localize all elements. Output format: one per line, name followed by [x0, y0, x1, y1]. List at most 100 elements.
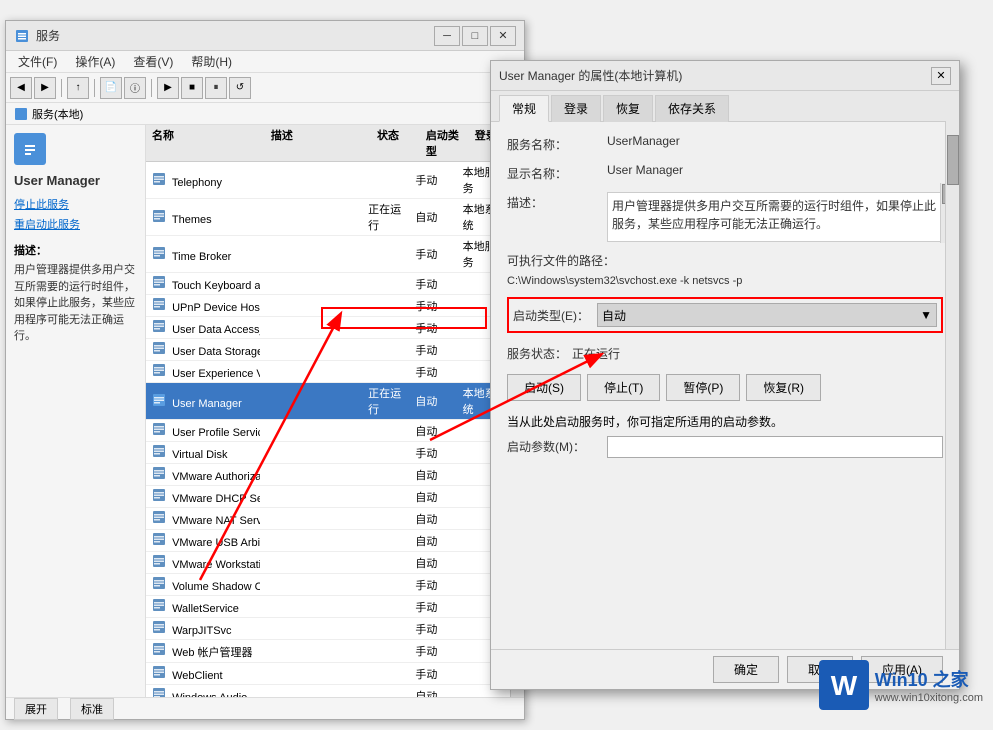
main-window-title: 服务 — [36, 27, 60, 44]
service-row[interactable]: Virtual Disk 手动 — [146, 442, 510, 464]
service-row-start: 手动 — [409, 621, 456, 637]
service-row-name: User Experience Virtualiza... — [146, 363, 260, 380]
show-hide-button[interactable]: 📄 — [100, 77, 122, 99]
startup-type-dropdown[interactable]: 自动 ▼ — [597, 303, 937, 327]
exec-path-label: 可执行文件的路径： — [507, 252, 943, 269]
back-button[interactable]: ◀ — [10, 77, 32, 99]
service-row[interactable]: WalletService 手动 — [146, 596, 510, 618]
service-row-icon — [152, 393, 166, 407]
service-row-icon — [152, 297, 166, 311]
service-row[interactable]: User Manager 正在运行 自动 本地系统 — [146, 383, 510, 420]
watermark-url: www.win10xitong.com — [875, 692, 983, 704]
maximize-button[interactable]: □ — [462, 26, 488, 46]
service-row[interactable]: VMware DHCP Service 自动 — [146, 486, 510, 508]
display-name-row: 显示名称： User Manager — [507, 163, 943, 182]
service-row[interactable]: VMware USB Arbitration ... 自动 — [146, 530, 510, 552]
left-sidebar: User Manager 停止此服务 重启动此服务 描述： 用户管理器提供多用户… — [6, 125, 146, 718]
service-row-start: 自动 — [409, 393, 456, 409]
service-row-icon — [152, 319, 166, 333]
service-row[interactable]: User Experience Virtualiza... 手动 — [146, 361, 510, 383]
service-row[interactable]: VMware Authorization Se... 自动 — [146, 464, 510, 486]
service-row[interactable]: VMware Workstation Ser... 自动 — [146, 552, 510, 574]
service-row-icon — [152, 466, 166, 480]
service-row-start: 自动 — [409, 467, 456, 483]
start-param-input[interactable] — [607, 436, 943, 458]
expand-tab[interactable]: 展开 — [14, 698, 58, 720]
start-service-button[interactable]: 启动(S) — [507, 374, 581, 401]
service-row[interactable]: VMware NAT Service 自动 — [146, 508, 510, 530]
service-row[interactable]: Touch Keyboard and Han... 手动 — [146, 273, 510, 295]
watermark-brand: Win10 之家 — [875, 666, 983, 692]
description-value: 用户管理器提供多用户交互所需要的运行时组件，如果停止此服务，某些应用程序可能无法… — [607, 192, 943, 242]
menu-file[interactable]: 文件(F) — [10, 51, 65, 72]
service-row[interactable]: User Profile Service 自动 — [146, 420, 510, 442]
ok-button[interactable]: 确定 — [713, 656, 779, 683]
properties-button[interactable]: ⓘ — [124, 77, 146, 99]
restart-service-link[interactable]: 重启动此服务 — [14, 216, 137, 232]
stop-button[interactable]: ■ — [181, 77, 203, 99]
service-row-status: 正在运行 — [362, 201, 409, 233]
properties-dialog: User Manager 的属性(本地计算机) ✕ 常规 登录 恢复 依存关系 … — [490, 60, 960, 690]
stop-service-link[interactable]: 停止此服务 — [14, 196, 137, 212]
service-row-start: 手动 — [409, 599, 456, 615]
stop-service-button[interactable]: 停止(T) — [587, 374, 660, 401]
forward-button[interactable]: ▶ — [34, 77, 56, 99]
service-row-start: 手动 — [409, 298, 456, 314]
service-row-start: 手动 — [409, 445, 456, 461]
service-status-value: 正在运行 — [572, 345, 620, 362]
service-row-icon — [152, 532, 166, 546]
service-row-name: Telephony — [146, 172, 260, 189]
dialog-scrollbar[interactable] — [945, 121, 959, 649]
service-list-container: 名称 描述 状态 启动类型 登录为 Telephony — [146, 125, 524, 718]
tab-login[interactable]: 登录 — [551, 95, 601, 122]
service-row-name: User Data Storage_62b24 — [146, 341, 260, 358]
resume-service-button[interactable]: 恢复(R) — [746, 374, 821, 401]
service-row-start: 自动 — [409, 555, 456, 571]
service-row[interactable]: Time Broker 手动 本地服务 — [146, 236, 510, 273]
service-row[interactable]: User Data Access_62b24f 手动 — [146, 317, 510, 339]
toolbar-separator-3 — [151, 79, 152, 97]
breadcrumb-icon — [14, 107, 28, 121]
service-row[interactable]: User Data Storage_62b24 手动 — [146, 339, 510, 361]
tab-recovery[interactable]: 恢复 — [603, 95, 653, 122]
minimize-button[interactable]: ─ — [434, 26, 460, 46]
svg-text:W: W — [831, 670, 858, 701]
service-row-icon — [152, 363, 166, 377]
service-row-icon — [152, 172, 166, 186]
service-row[interactable]: WebClient 手动 — [146, 663, 510, 685]
up-button[interactable]: ↑ — [67, 77, 89, 99]
standard-tab[interactable]: 标准 — [70, 698, 114, 720]
service-row[interactable]: WarpJITSvc 手动 — [146, 618, 510, 640]
tab-general[interactable]: 常规 — [499, 95, 549, 122]
dialog-close-button[interactable]: ✕ — [931, 67, 951, 85]
service-row-name: User Data Access_62b24f — [146, 319, 260, 336]
menu-help[interactable]: 帮助(H) — [183, 51, 240, 72]
service-row-icon — [152, 665, 166, 679]
play-button[interactable]: ▶ — [157, 77, 179, 99]
service-name-value: UserManager — [607, 134, 943, 148]
menu-view[interactable]: 查看(V) — [125, 51, 181, 72]
dialog-scroll-thumb[interactable] — [947, 135, 959, 185]
description-label: 描述： — [507, 192, 607, 211]
service-row[interactable]: UPnP Device Host 手动 — [146, 295, 510, 317]
pause-button[interactable]: ⏸ — [205, 77, 227, 99]
description-row: 描述： 用户管理器提供多用户交互所需要的运行时组件，如果停止此服务，某些应用程序… — [507, 192, 943, 242]
service-row-icon — [152, 642, 166, 656]
pause-service-button[interactable]: 暂停(P) — [666, 374, 740, 401]
toolbar-separator-2 — [94, 79, 95, 97]
service-row[interactable]: Themes 正在运行 自动 本地系统 — [146, 199, 510, 236]
main-window: 服务 ─ □ ✕ 文件(F) 操作(A) 查看(V) 帮助(H) ◀ ▶ ↑ 📄… — [5, 20, 525, 720]
menu-action[interactable]: 操作(A) — [67, 51, 123, 72]
close-button[interactable]: ✕ — [490, 26, 516, 46]
service-row[interactable]: Web 帐户管理器 手动 — [146, 640, 510, 663]
start-param-label: 启动参数(M)： — [507, 436, 607, 455]
service-row[interactable]: Volume Shadow Copy 手动 — [146, 574, 510, 596]
menu-bar: 文件(F) 操作(A) 查看(V) 帮助(H) — [6, 51, 524, 73]
service-row[interactable]: Telephony 手动 本地服务 — [146, 162, 510, 199]
action-buttons-row: 启动(S) 停止(T) 暂停(P) 恢复(R) — [507, 374, 943, 401]
restart-button[interactable]: ↺ — [229, 77, 251, 99]
service-row-start: 自动 — [409, 209, 456, 225]
service-status-label: 服务状态： — [507, 345, 572, 362]
tab-dependencies[interactable]: 依存关系 — [655, 95, 729, 122]
service-row-start: 手动 — [409, 666, 456, 682]
